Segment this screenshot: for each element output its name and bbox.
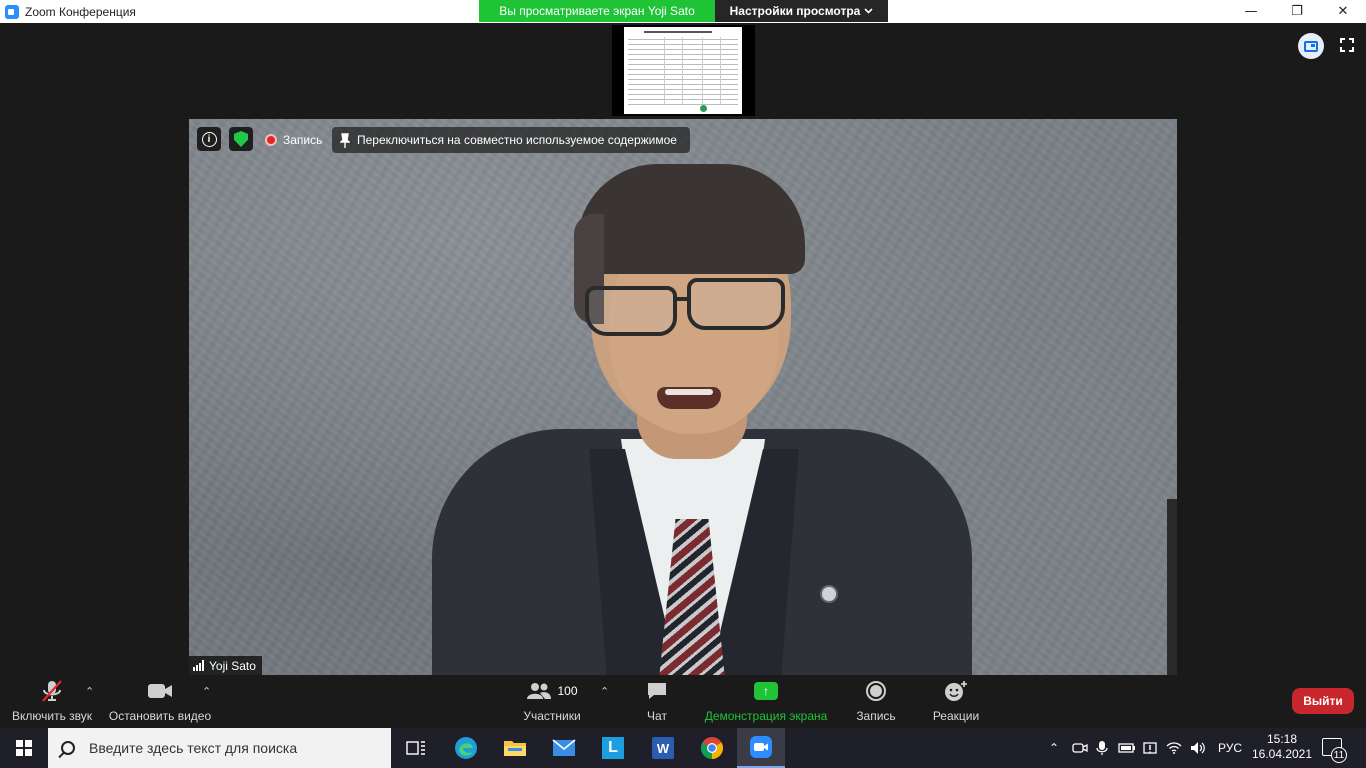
network-warning-icon[interactable] [1142, 740, 1158, 756]
participants-button[interactable]: 100 Участники [520, 675, 584, 728]
reactions-button[interactable]: Реакции [930, 675, 982, 728]
stop-video-label: Остановить видео [108, 709, 212, 723]
meeting-info-button[interactable]: i [197, 127, 221, 151]
clock-time: 15:18 [1266, 732, 1298, 746]
edge-taskbar-button[interactable] [442, 728, 490, 768]
chevron-down-icon [864, 8, 873, 14]
switch-to-shared-content-button[interactable]: Переключиться на совместно используемое … [332, 127, 690, 153]
close-button[interactable]: ✕ [1320, 0, 1366, 23]
window-title: Zoom Конференция [25, 4, 136, 19]
zoom-logo-icon [5, 4, 19, 19]
unmute-button[interactable]: Включить звук [8, 675, 96, 728]
pin-icon [340, 132, 350, 148]
stop-video-button[interactable]: Остановить видео [107, 675, 213, 728]
restore-button[interactable]: ❐ [1274, 0, 1320, 23]
clock-date: 16.04.2021 [1251, 747, 1313, 761]
window-controls: — ❐ ✕ [1228, 0, 1366, 23]
file-explorer-taskbar-button[interactable] [491, 728, 539, 768]
zoom-app-icon [750, 736, 772, 758]
active-speaker-video[interactable]: i Запись Переключиться на совместно испо… [189, 119, 1177, 675]
audio-options-caret-icon[interactable]: ⌃ [85, 685, 94, 698]
signal-strength-icon [193, 660, 204, 671]
chat-button[interactable]: Чат [637, 675, 677, 728]
video-camera-icon [147, 675, 173, 707]
view-layout-button[interactable] [1298, 33, 1324, 59]
recording-label: Запись [283, 133, 323, 147]
shield-icon [234, 131, 248, 147]
app-l-taskbar-button[interactable]: L [589, 728, 637, 768]
participants-count: 100 [557, 684, 578, 698]
search-placeholder: Введите здесь текст для поиска [89, 740, 298, 756]
share-screen-label: Демонстрация экрана [704, 709, 828, 723]
chat-label: Чат [647, 709, 667, 723]
taskbar-search-box[interactable]: Введите здесь текст для поиска [48, 728, 391, 768]
view-options-label: Настройки просмотра [729, 4, 861, 18]
viewing-banner: Вы просматриваете экран Yoji Sato Настро… [479, 0, 888, 22]
zoom-taskbar-button[interactable] [737, 728, 785, 768]
fullscreen-icon [1340, 38, 1354, 52]
share-screen-button[interactable]: ↑ Демонстрация экрана [700, 675, 832, 728]
mail-taskbar-button[interactable] [540, 728, 588, 768]
notification-count-badge: 11 [1331, 747, 1347, 763]
edge-browser-icon [455, 737, 477, 759]
word-taskbar-button[interactable]: W [639, 728, 687, 768]
recording-indicator: Запись [265, 131, 322, 149]
meet-now-icon[interactable] [1072, 741, 1088, 755]
leave-meeting-button[interactable]: Выйти [1292, 688, 1354, 714]
view-options-button[interactable]: Настройки просмотра [715, 0, 888, 22]
record-icon [865, 675, 887, 707]
task-view-button[interactable] [392, 728, 440, 768]
chrome-icon [701, 737, 723, 759]
windows-taskbar: Введите здесь текст для поиска L W ⌃ РУС… [0, 728, 1366, 768]
microphone-in-use-icon[interactable] [1096, 740, 1108, 756]
viewing-screen-label: Вы просматриваете экран Yoji Sato [479, 0, 715, 22]
search-icon [61, 741, 75, 755]
microphone-muted-icon [41, 675, 63, 707]
participant-name: Yoji Sato [209, 658, 256, 673]
mail-icon [552, 739, 576, 756]
info-icon: i [201, 131, 217, 147]
meeting-toolbar: Включить звук ⌃ Остановить видео ⌃ 100 У… [0, 675, 1366, 728]
volume-icon[interactable] [1190, 741, 1206, 755]
app-l-icon: L [602, 737, 624, 759]
participants-icon [527, 683, 552, 699]
system-tray: ⌃ РУС [1046, 728, 1242, 768]
shared-document-preview [624, 27, 742, 114]
chat-icon [646, 675, 668, 707]
chrome-taskbar-button[interactable] [688, 728, 736, 768]
security-button[interactable] [229, 127, 253, 151]
reactions-label: Реакции [932, 709, 980, 723]
participant-name-tag: Yoji Sato [189, 656, 262, 675]
wifi-icon[interactable] [1166, 741, 1182, 755]
share-screen-icon: ↑ [754, 682, 778, 700]
shared-screen-thumbnail[interactable] [612, 25, 755, 116]
start-button[interactable] [0, 728, 48, 768]
folder-icon [504, 741, 526, 756]
record-button[interactable]: Запись [852, 675, 900, 728]
unmute-label: Включить звук [11, 709, 93, 723]
word-icon: W [652, 737, 674, 759]
reactions-icon [944, 675, 968, 707]
input-language-indicator[interactable]: РУС [1218, 741, 1242, 755]
participants-options-caret-icon[interactable]: ⌃ [600, 685, 609, 698]
show-hidden-icons-chevron-icon[interactable]: ⌃ [1046, 741, 1062, 755]
zoom-window: Zoom Конференция — ❐ ✕ Вы просматриваете… [0, 0, 1366, 768]
participants-label: Участники [523, 709, 581, 723]
switch-label: Переключиться на совместно используемое … [357, 133, 677, 147]
task-view-icon [406, 741, 425, 755]
layout-icon [1304, 40, 1318, 52]
windows-logo-icon [16, 740, 32, 756]
battery-icon[interactable] [1118, 742, 1136, 754]
record-label: Запись [856, 709, 896, 723]
minimize-button[interactable]: — [1228, 0, 1274, 23]
video-options-caret-icon[interactable]: ⌃ [202, 685, 211, 698]
fullscreen-button[interactable] [1334, 33, 1360, 57]
record-dot-icon [265, 134, 277, 146]
clock[interactable]: 15:18 16.04.2021 [1250, 732, 1314, 762]
